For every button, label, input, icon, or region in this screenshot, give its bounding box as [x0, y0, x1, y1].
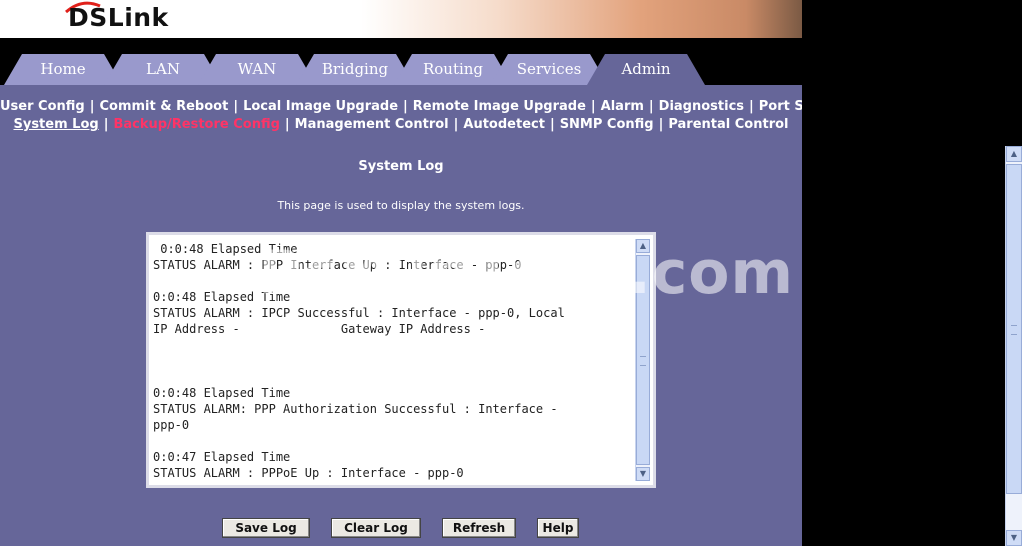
scroll-down-icon[interactable]: ▼: [1006, 530, 1022, 546]
subnav-separator: |: [453, 117, 459, 132]
subnav-system-log[interactable]: System Log: [13, 117, 98, 132]
subnav-separator: |: [749, 99, 754, 114]
subnav-separator: |: [89, 99, 95, 114]
grip-icon: [1011, 325, 1017, 335]
subnav-snmp-config[interactable]: SNMP Config: [560, 117, 654, 132]
subnav-commit-reboot[interactable]: Commit & Reboot: [99, 99, 228, 114]
subnav-alarm[interactable]: Alarm: [601, 99, 644, 114]
dslink-logo: DSLink: [68, 3, 169, 32]
tab-wan[interactable]: WAN: [198, 54, 316, 85]
save-log-button[interactable]: Save Log: [222, 518, 310, 538]
page-title: System Log: [358, 159, 444, 174]
subnav-separator: |: [648, 99, 654, 114]
grip-icon: [640, 356, 646, 366]
subnav-diagnostics[interactable]: Diagnostics: [659, 99, 744, 114]
subnav-row-1: User Config | Commit & Reboot | Local Image …: [0, 98, 802, 116]
subnav-parental-control[interactable]: Parental Control: [668, 117, 788, 132]
scroll-thumb[interactable]: [636, 255, 650, 465]
refresh-button[interactable]: Refresh: [442, 518, 516, 538]
router-admin-frame: DSLink Home LAN WAN Bridging Routing Ser…: [0, 0, 802, 546]
subnav-remote-image-upgrade[interactable]: Remote Image Upgrade: [413, 99, 586, 114]
scroll-up-icon[interactable]: ▲: [636, 239, 650, 253]
tab-home[interactable]: Home: [4, 54, 122, 85]
main-tab-bar: Home LAN WAN Bridging Routing Services A…: [0, 38, 802, 85]
scroll-down-icon[interactable]: ▼: [636, 467, 650, 481]
subnav-row-2: System Log | Backup/Restore Config | Managem…: [0, 116, 802, 134]
subnav-management-control[interactable]: Management Control: [295, 117, 449, 132]
header-banner: DSLink: [0, 0, 802, 38]
subnav-separator: |: [103, 117, 109, 132]
subnav-backup-restore-config[interactable]: Backup/Restore Config: [113, 117, 279, 132]
subnav-separator: |: [233, 99, 239, 114]
help-button[interactable]: Help: [537, 518, 579, 538]
scroll-up-icon[interactable]: ▲: [1006, 146, 1022, 162]
subnav-local-image-upgrade[interactable]: Local Image Upgrade: [243, 99, 398, 114]
subnav-autodetect[interactable]: Autodetect: [463, 117, 545, 132]
tab-bridging[interactable]: Bridging: [296, 54, 414, 85]
system-log-textarea[interactable]: 0:0:48 Elapsed Time STATUS ALARM : PPP I…: [146, 232, 656, 488]
subnav-port-settings[interactable]: Port Settings: [759, 99, 802, 114]
subnav-separator: |: [284, 117, 290, 132]
page-description: This page is used to display the system …: [277, 199, 525, 212]
subnav-separator: |: [403, 99, 408, 114]
tab-admin[interactable]: Admin: [587, 54, 705, 85]
browser-scrollbar[interactable]: ▲ ▼: [1005, 146, 1022, 546]
subnav-user-config[interactable]: User Config: [0, 99, 85, 114]
log-scrollbar[interactable]: ▲ ▼: [635, 239, 650, 481]
admin-sub-navigation: User Config | Commit & Reboot | Local Image …: [0, 98, 802, 134]
subnav-separator: |: [549, 117, 555, 132]
scroll-thumb[interactable]: [1006, 164, 1022, 494]
subnav-separator: |: [590, 99, 596, 114]
subnav-separator: |: [658, 117, 664, 132]
clear-log-button[interactable]: Clear Log: [331, 518, 421, 538]
system-log-content: 0:0:48 Elapsed Time STATUS ALARM : PPP I…: [153, 242, 565, 480]
